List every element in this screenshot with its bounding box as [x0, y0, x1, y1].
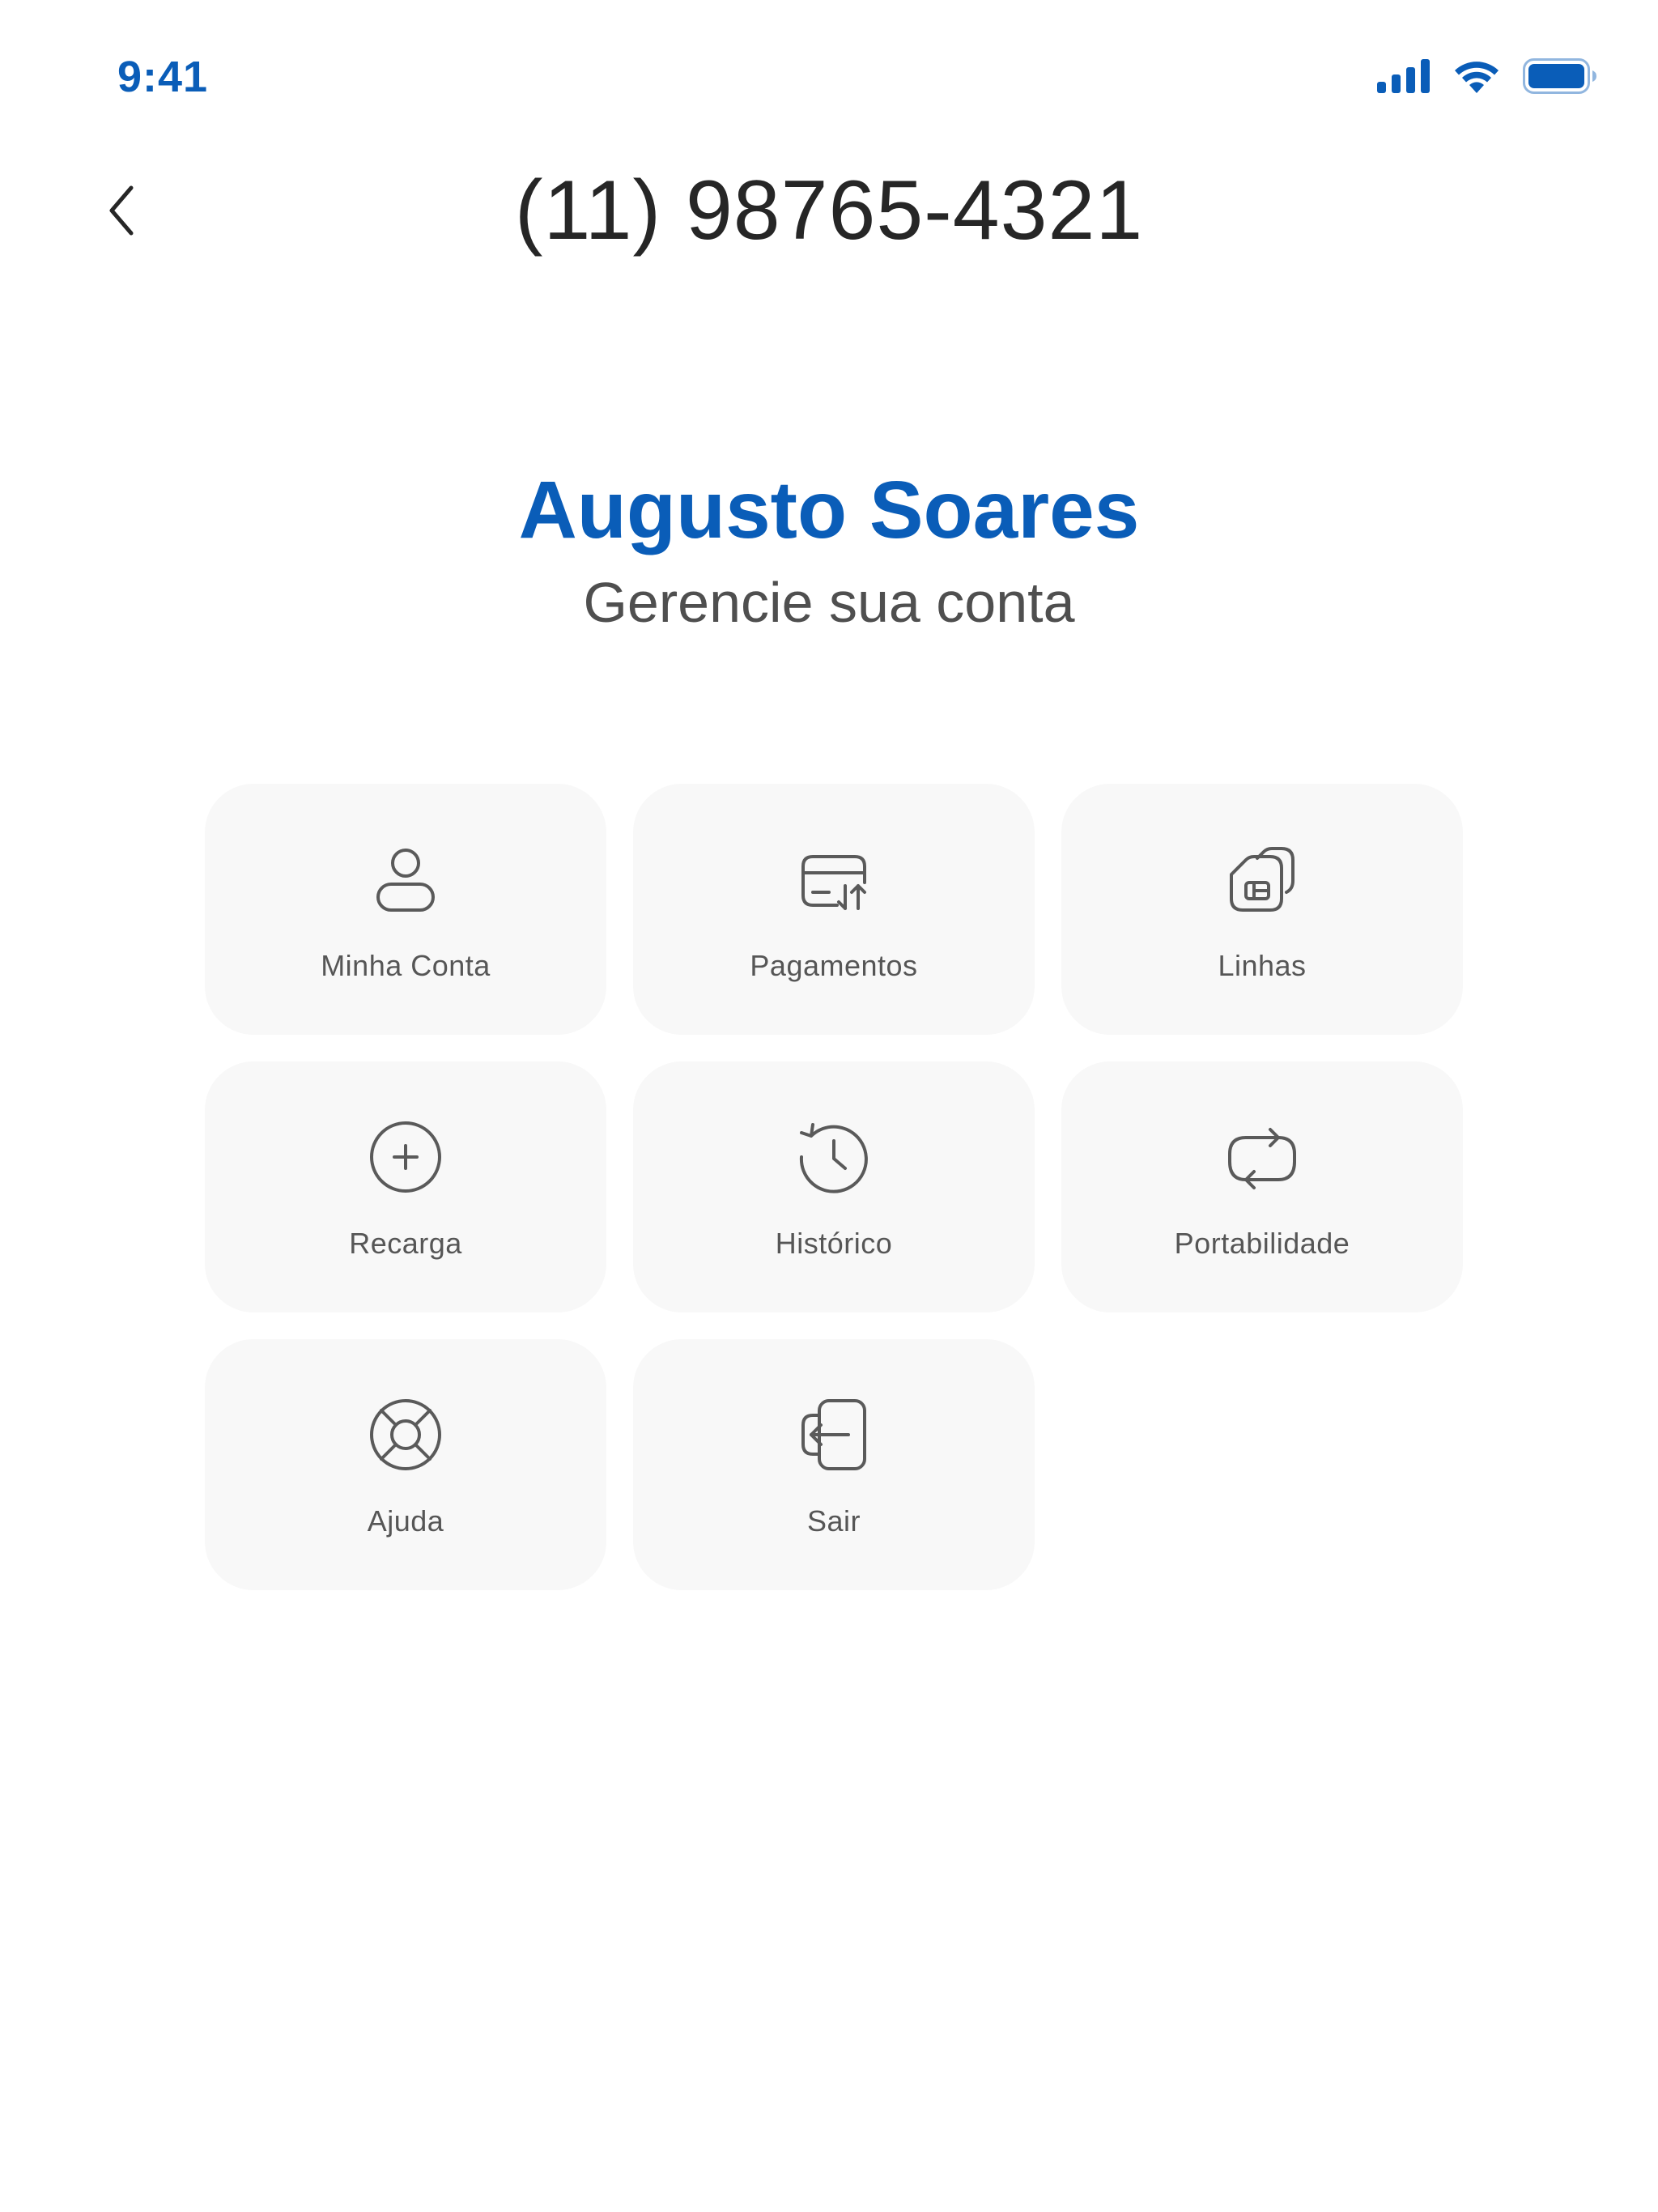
menu-item-label: Histórico	[775, 1227, 893, 1260]
profile-section: Augusto Soares Gerencie sua conta	[0, 462, 1658, 643]
sim-cards-icon	[1223, 840, 1301, 918]
repeat-icon	[1223, 1118, 1301, 1196]
menu-item-sair[interactable]: Sair	[633, 1339, 1035, 1590]
plus-circle-icon	[367, 1118, 444, 1196]
menu-item-label: Ajuda	[367, 1504, 444, 1538]
status-time: 9:41	[117, 53, 209, 101]
menu-item-historico[interactable]: Histórico	[633, 1061, 1035, 1312]
menu-item-minha-conta[interactable]: Minha Conta	[205, 784, 606, 1035]
status-bar: 9:41	[0, 0, 1658, 162]
lifebuoy-icon	[367, 1396, 444, 1474]
menu-item-label: Pagamentos	[750, 949, 918, 982]
wifi-icon	[1453, 59, 1500, 93]
menu-item-label: Minha Conta	[321, 949, 491, 982]
header: (11) 98765-4321	[0, 154, 1658, 267]
menu-item-label: Portabilidade	[1174, 1227, 1350, 1260]
user-name: Augusto Soares	[518, 465, 1140, 555]
menu-item-linhas[interactable]: Linhas	[1061, 784, 1463, 1035]
menu-item-pagamentos[interactable]: Pagamentos	[633, 784, 1035, 1035]
menu-grid: Minha Conta Pagamentos Linhas Recarga Hi…	[205, 784, 1464, 1590]
status-icons	[1377, 58, 1597, 94]
logout-icon	[795, 1396, 873, 1474]
user-icon	[367, 840, 444, 918]
menu-item-label: Sair	[806, 1504, 861, 1538]
profile-subtitle: Gerencie sua conta	[583, 571, 1075, 634]
battery-icon	[1523, 58, 1597, 94]
history-icon	[795, 1118, 873, 1196]
page-title: (11) 98765-4321	[514, 164, 1144, 257]
menu-item-label: Recarga	[349, 1227, 462, 1260]
menu-item-portabilidade[interactable]: Portabilidade	[1061, 1061, 1463, 1312]
cellular-signal-icon	[1377, 59, 1431, 93]
menu-item-ajuda[interactable]: Ajuda	[205, 1339, 606, 1590]
card-transfer-icon	[795, 840, 873, 918]
menu-item-label: Linhas	[1218, 949, 1307, 982]
menu-item-recarga[interactable]: Recarga	[205, 1061, 606, 1312]
